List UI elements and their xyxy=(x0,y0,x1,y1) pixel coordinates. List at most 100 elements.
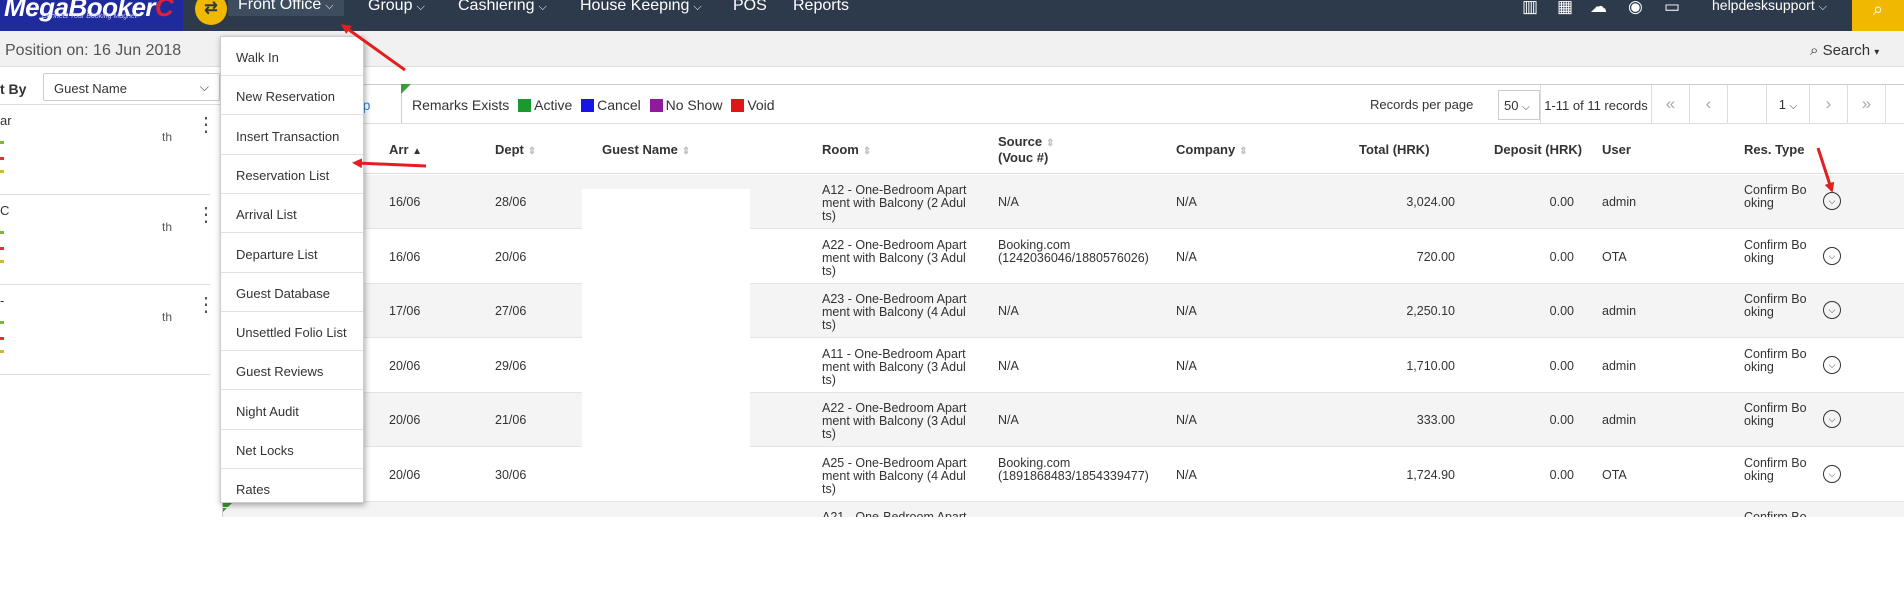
arrival-cell: 20/06 xyxy=(389,358,421,373)
more-vert-icon[interactable]: ⋮ xyxy=(196,295,216,315)
company-cell: N/A xyxy=(1176,467,1197,482)
company-cell: N/A xyxy=(1176,413,1197,427)
expand-row-icon[interactable]: ⌵ xyxy=(1823,192,1841,210)
grid-icon[interactable]: ▦ xyxy=(1557,0,1573,17)
menu-item-reservation-list[interactable]: Reservation List xyxy=(221,155,363,194)
menu-item-insert-transaction[interactable]: Insert Transaction xyxy=(221,116,363,155)
expand-row-icon[interactable]: ⌵ xyxy=(1823,410,1841,428)
res-type-cell: Confirm Bo oking xyxy=(1744,237,1807,265)
deposit-cell: 0.00 xyxy=(1549,413,1574,427)
source-cell: Booking.com (1242036046/1880576026) xyxy=(998,237,1149,265)
table-row[interactable]: 20/06 21/06 A22 - One-Bedroom Apart ment w… xyxy=(223,393,1904,447)
table-row[interactable]: 20/06 29/06 A11 - One-Bedroom Apart ment w… xyxy=(223,339,1904,393)
nav-front-office[interactable]: Front Office ⌵ xyxy=(228,0,344,16)
more-vert-icon[interactable]: ⋮ xyxy=(196,115,216,135)
bed-icon[interactable]: ▭ xyxy=(1664,0,1680,17)
total-cell: 2,250.10 xyxy=(1406,304,1455,318)
page-select[interactable]: 1 ⌵ xyxy=(1766,85,1810,125)
menu-item-guest-reviews[interactable]: Guest Reviews xyxy=(221,351,363,391)
more-vert-icon[interactable]: ⋮ xyxy=(196,205,216,225)
chevron-down-icon: ⌵ xyxy=(416,1,425,13)
col-company[interactable]: Company ⇕ xyxy=(1176,142,1248,157)
menu-item-guest-database[interactable]: Guest Database xyxy=(221,273,363,312)
menu-item-arrival-list[interactable]: Arrival List xyxy=(221,194,363,234)
prev-page-button[interactable]: ‹ xyxy=(1690,85,1728,125)
search-icon[interactable]: ⌕ xyxy=(1852,0,1904,31)
records-per-page-select[interactable]: 50 ⌵ xyxy=(1498,90,1540,120)
page-footer-blank xyxy=(0,517,1904,592)
nav-reports[interactable]: Reports xyxy=(793,0,849,14)
eye-icon[interactable]: ◉ xyxy=(1628,0,1643,17)
expand-row-icon[interactable]: ⌵ xyxy=(1823,246,1841,265)
chevron-down-icon: ⌵ xyxy=(693,1,702,13)
shuffle-icon[interactable]: ⇄ xyxy=(195,0,227,25)
menu-item-departure-list[interactable]: Departure List xyxy=(221,234,363,273)
menu-item-rates[interactable]: Rates xyxy=(221,469,363,509)
search-button[interactable]: ⌕ Search ▾ xyxy=(1810,42,1879,59)
expand-row-icon[interactable]: ⌵ xyxy=(1823,301,1841,319)
chevron-down-icon: ⌵ xyxy=(538,1,547,13)
deposit-cell: 0.00 xyxy=(1549,467,1574,482)
sidebar-card[interactable]: C th ⋮ xyxy=(0,195,216,285)
menu-item-unsettled-folio-list[interactable]: Unsettled Folio List xyxy=(221,312,363,352)
total-cell: 720.00 xyxy=(1416,249,1455,264)
total-cell: 1,724.90 xyxy=(1406,467,1455,482)
next-page-button[interactable]: › xyxy=(1810,85,1848,125)
menu-item-new-reservation[interactable]: New Reservation xyxy=(221,76,363,116)
chevron-down-icon: ⌵ xyxy=(1522,102,1530,113)
arrival-cell: 16/06 xyxy=(389,249,421,264)
menu-item-night-audit[interactable]: Night Audit xyxy=(221,391,363,430)
source-cell: N/A xyxy=(998,304,1019,318)
col-guest-name[interactable]: Guest Name ⇕ xyxy=(602,142,690,157)
user-cell: admin xyxy=(1602,413,1637,427)
table-row[interactable]: 17/06 27/06 A23 - One-Bedroom Apart ment w… xyxy=(223,284,1904,338)
total-cell: 3,024.00 xyxy=(1406,195,1455,209)
res-type-cell: Confirm Bo oking xyxy=(1744,292,1807,319)
col-dept[interactable]: Dept ⇕ xyxy=(495,142,536,157)
legend-active: Active xyxy=(518,97,572,113)
nav-pos[interactable]: POS xyxy=(733,0,767,14)
sort-icon: ⇕ xyxy=(862,146,872,157)
megabooker-logo[interactable]: MegaBookerC Connect Your Booking Magnet xyxy=(0,0,183,31)
col-room[interactable]: Room ⇕ xyxy=(822,142,871,157)
sidebar-card[interactable]: - th ⋮ xyxy=(0,285,216,375)
menu-item-net-locks[interactable]: Net Locks xyxy=(221,430,363,469)
room-cell: A12 - One-Bedroom Apart ment with Balcon… xyxy=(822,183,967,223)
legend: Remarks Exists Active Cancel No Show Voi… xyxy=(401,84,775,123)
table-row[interactable]: 20/06 30/06 A25 - One-Bedroom Apart ment w… xyxy=(223,448,1904,502)
redacted-guest-names xyxy=(582,189,750,495)
col-deposit: Deposit (HRK) xyxy=(1494,142,1583,157)
expand-row-icon[interactable]: ⌵ xyxy=(1823,464,1841,483)
col-source[interactable]: Source ⇕ (Vouc #) xyxy=(998,135,1054,165)
table-row[interactable]: 16/06 28/06 A12 - One-Bedroom Apart ment w… xyxy=(223,175,1904,229)
deposit-cell: 0.00 xyxy=(1549,304,1574,318)
deposit-cell: 0.00 xyxy=(1549,195,1574,209)
logo-tagline: Connect Your Booking Magnet xyxy=(42,13,137,20)
room-cell: A22 - One-Bedroom Apart ment with Balcon… xyxy=(822,237,967,278)
table-row[interactable]: 16/06 20/06 A22 - One-Bedroom Apart ment w… xyxy=(223,230,1904,284)
sidebar-card[interactable]: ar th ⋮ xyxy=(0,105,216,195)
list-toolbar: oup Remarks Exists Active Cancel No Show… xyxy=(223,84,1904,125)
expand-row-icon[interactable]: ⌵ xyxy=(1823,355,1841,374)
table-header: Arr ▲ Dept ⇕ Guest Name ⇕ Room ⇕ Source ⇕ (Vo… xyxy=(223,124,1904,174)
user-cell: OTA xyxy=(1602,249,1627,264)
nav-house-keeping[interactable]: House Keeping ⌵ xyxy=(580,0,702,14)
departure-cell: 30/06 xyxy=(495,467,527,482)
col-user: User xyxy=(1602,142,1631,157)
weather-icon[interactable]: ☁ xyxy=(1590,0,1607,17)
nav-cashiering[interactable]: Cashiering ⌵ xyxy=(458,0,547,14)
nav-group[interactable]: Group ⌵ xyxy=(368,0,425,14)
res-type-cell: Confirm Bo oking xyxy=(1744,183,1807,210)
first-page-button[interactable]: « xyxy=(1652,85,1690,125)
user-menu[interactable]: helpdesksupport ⌵ xyxy=(1712,0,1827,14)
last-page-button[interactable]: » xyxy=(1848,85,1886,125)
bar-chart-icon[interactable]: ▥ xyxy=(1522,0,1538,17)
sort-icon: ⇕ xyxy=(1239,146,1248,157)
sort-select[interactable]: Guest Name ⌵ xyxy=(43,73,220,101)
menu-item-walk-in[interactable]: Walk In xyxy=(221,37,363,76)
col-arr[interactable]: Arr ▲ xyxy=(389,142,422,157)
res-type-cell: Confirm Bo oking xyxy=(1744,401,1807,428)
table-row[interactable]: A21 - One-Bedroom ApartBooking.comConfir… xyxy=(223,502,1904,517)
sort-icon: ⇕ xyxy=(1046,138,1055,149)
deposit-cell: 0.00 xyxy=(1549,358,1574,373)
